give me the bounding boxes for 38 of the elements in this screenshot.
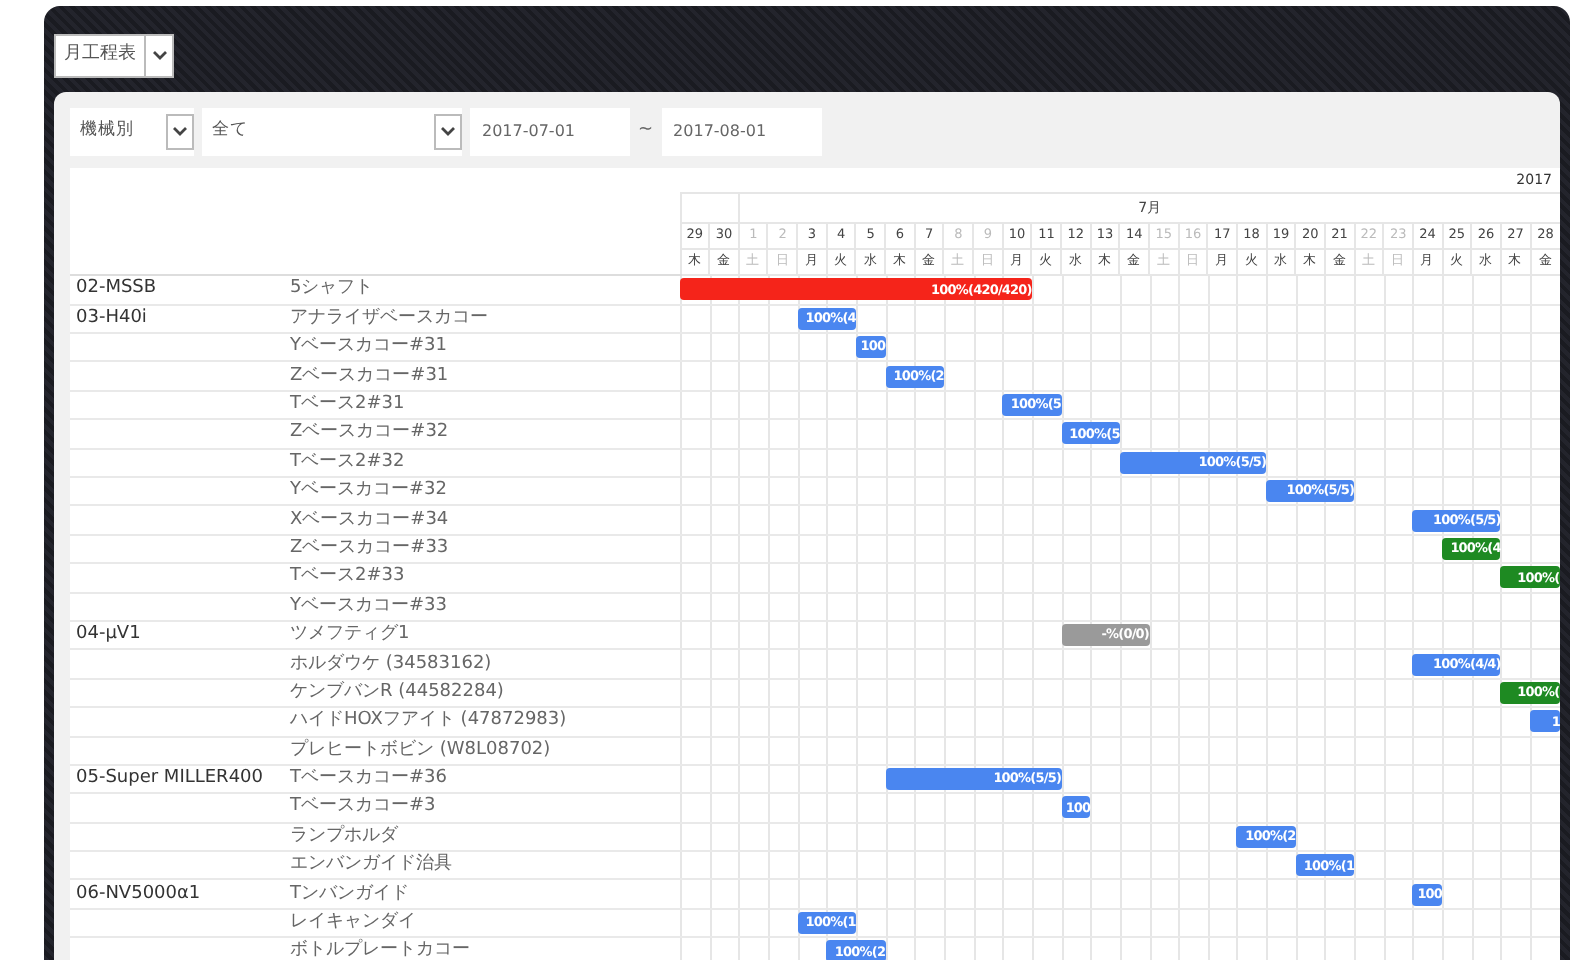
machine-select[interactable]: 全て xyxy=(202,107,462,156)
range-separator: ~ xyxy=(638,118,654,144)
task-name: Yベースカコー#33 xyxy=(290,595,447,616)
caret-icon xyxy=(440,126,456,137)
task-name: Xベースカコー#34 xyxy=(290,509,449,530)
task-name: 5シャフト xyxy=(290,278,374,299)
task-name: ツメフティグ1 xyxy=(290,624,410,645)
task-name: Tベース2#32 xyxy=(290,451,405,472)
machine-label: 04-μV1 xyxy=(76,624,141,645)
group-select[interactable]: 機械別 xyxy=(70,107,194,156)
task-name: Yベースカコー#32 xyxy=(290,480,447,501)
task-name: Tベースカコー#36 xyxy=(290,768,447,789)
task-name: Zベースカコー#33 xyxy=(290,537,449,558)
date-field[interactable]: 2017-07-01 xyxy=(470,107,630,156)
date-field[interactable]: 2017-08-01 xyxy=(661,107,822,156)
task-name: プレヒートボビン (W8L08702) xyxy=(290,739,551,760)
task-name: ハイドHOXフアイト (47872983) xyxy=(290,710,567,731)
machine-label: 05-Super MILLER400 xyxy=(76,768,263,789)
task-name: ランプホルダ xyxy=(290,825,398,846)
caret-icon xyxy=(172,126,188,137)
task-name: Zベースカコー#31 xyxy=(290,365,449,386)
machine-label: 06-NV5000α1 xyxy=(76,883,201,904)
task-name: Zベースカコー#32 xyxy=(290,422,449,443)
task-name: Yベースカコー#31 xyxy=(290,336,447,357)
machine-label: 03-H40i xyxy=(76,307,147,328)
view-select[interactable]: 月工程表 xyxy=(54,33,174,78)
caret-icon xyxy=(151,50,167,61)
task-name: ケンブバンR (44582284) xyxy=(290,681,504,702)
task-name: エンバンガイド治具 xyxy=(290,854,452,875)
task-name: ホルダウケ (34583162) xyxy=(290,653,492,674)
task-name: Tンバンガイド xyxy=(290,883,409,904)
task-name: Tベースカコー#3 xyxy=(290,796,436,817)
machine-label: 02-MSSB xyxy=(76,278,157,299)
task-name: Tベース2#33 xyxy=(290,566,405,587)
task-name: ボトルプレートカコー xyxy=(290,940,470,960)
task-name: Tベース2#31 xyxy=(290,394,405,414)
task-name: アナライザベースカコー xyxy=(290,307,488,328)
task-name: レイキャンダイ xyxy=(290,912,416,933)
